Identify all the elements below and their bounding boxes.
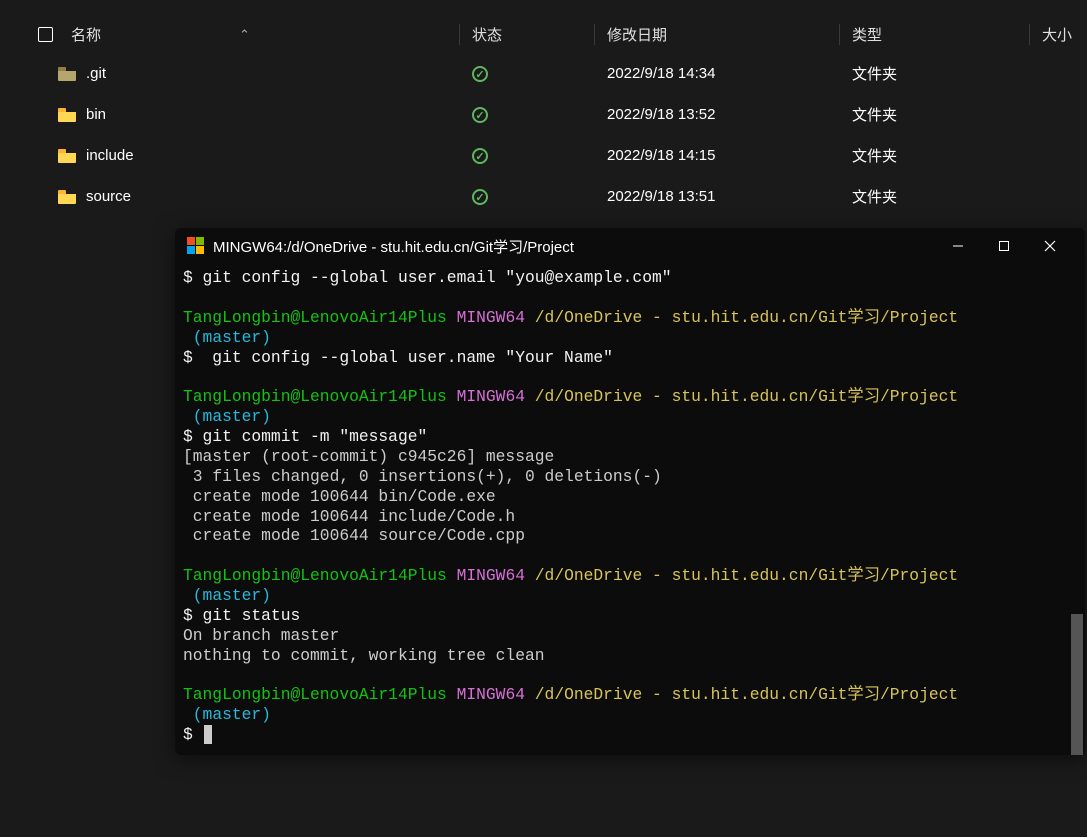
terminal-line: $ git status bbox=[183, 606, 300, 625]
terminal-line: [master (root-commit) c945c26] message bbox=[183, 447, 554, 466]
file-name-cell: source bbox=[0, 188, 460, 205]
terminal-window[interactable]: MINGW64:/d/OneDrive - stu.hit.edu.cn/Git… bbox=[175, 228, 1085, 755]
terminal-line: On branch master bbox=[183, 626, 339, 645]
header-name[interactable]: 名称 ⌃ bbox=[0, 24, 460, 45]
file-row[interactable]: include 2022/9/18 14:15文件夹 bbox=[0, 135, 1087, 176]
prompt-branch: (master) bbox=[193, 705, 271, 724]
terminal-cursor bbox=[204, 725, 212, 744]
terminal-line: create mode 100644 include/Code.h bbox=[183, 507, 515, 526]
file-row[interactable]: .git 2022/9/18 14:34文件夹 bbox=[0, 53, 1087, 94]
terminal-line: $ git config --global user.name "Your Na… bbox=[183, 348, 613, 367]
file-type-cell: 文件夹 bbox=[840, 186, 1030, 207]
file-name-label: source bbox=[86, 188, 131, 205]
prompt-user: TangLongbin@LenovoAir14Plus bbox=[183, 308, 447, 327]
file-name-cell: include bbox=[0, 147, 460, 164]
folder-icon bbox=[58, 108, 76, 122]
file-name-cell: .git bbox=[0, 65, 460, 82]
prompt-branch: (master) bbox=[193, 407, 271, 426]
header-name-label: 名称 bbox=[71, 24, 101, 45]
file-type-cell: 文件夹 bbox=[840, 104, 1030, 125]
file-status-cell bbox=[460, 147, 595, 165]
file-row[interactable]: source 2022/9/18 13:51文件夹 bbox=[0, 176, 1087, 217]
status-check-icon bbox=[472, 148, 488, 164]
status-check-icon bbox=[472, 107, 488, 123]
status-check-icon bbox=[472, 66, 488, 82]
terminal-titlebar[interactable]: MINGW64:/d/OneDrive - stu.hit.edu.cn/Git… bbox=[175, 228, 1085, 264]
header-size[interactable]: 大小 bbox=[1030, 24, 1087, 45]
terminal-title: MINGW64:/d/OneDrive - stu.hit.edu.cn/Git… bbox=[213, 236, 927, 257]
prompt-branch: (master) bbox=[193, 586, 271, 605]
prompt-branch: (master) bbox=[193, 328, 271, 347]
prompt-path: /d/OneDrive - stu.hit.edu.cn/Git学习/Proje… bbox=[535, 308, 958, 327]
header-status[interactable]: 状态 bbox=[460, 24, 595, 45]
close-button[interactable] bbox=[1027, 230, 1073, 262]
header-date[interactable]: 修改日期 bbox=[595, 24, 840, 45]
file-name-cell: bin bbox=[0, 106, 460, 123]
sort-arrow-icon: ⌃ bbox=[239, 27, 250, 43]
file-name-label: .git bbox=[86, 65, 106, 82]
prompt-path: /d/OneDrive - stu.hit.edu.cn/Git学习/Proje… bbox=[535, 566, 958, 585]
minimize-button[interactable] bbox=[935, 230, 981, 262]
status-check-icon bbox=[472, 189, 488, 205]
terminal-line: create mode 100644 bin/Code.exe bbox=[183, 487, 496, 506]
folder-icon bbox=[58, 190, 76, 204]
prompt-env: MINGW64 bbox=[457, 566, 525, 585]
file-date-cell: 2022/9/18 13:51 bbox=[595, 188, 840, 205]
select-all-checkbox[interactable] bbox=[38, 27, 53, 42]
file-status-cell bbox=[460, 106, 595, 124]
prompt-env: MINGW64 bbox=[457, 685, 525, 704]
file-name-label: bin bbox=[86, 106, 106, 123]
file-header-row: 名称 ⌃ 状态 修改日期 类型 大小 bbox=[0, 16, 1087, 53]
folder-icon bbox=[58, 67, 76, 81]
terminal-line: create mode 100644 source/Code.cpp bbox=[183, 526, 525, 545]
prompt-path: /d/OneDrive - stu.hit.edu.cn/Git学习/Proje… bbox=[535, 685, 958, 704]
file-name-label: include bbox=[86, 147, 134, 164]
file-type-cell: 文件夹 bbox=[840, 63, 1030, 84]
file-date-cell: 2022/9/18 14:34 bbox=[595, 65, 840, 82]
terminal-line: $ git commit -m "message" bbox=[183, 427, 427, 446]
file-date-cell: 2022/9/18 14:15 bbox=[595, 147, 840, 164]
terminal-line: $ bbox=[183, 725, 203, 744]
terminal-scrollbar[interactable] bbox=[1071, 614, 1083, 755]
prompt-path: /d/OneDrive - stu.hit.edu.cn/Git学习/Proje… bbox=[535, 387, 958, 406]
prompt-user: TangLongbin@LenovoAir14Plus bbox=[183, 387, 447, 406]
file-row[interactable]: bin 2022/9/18 13:52文件夹 bbox=[0, 94, 1087, 135]
prompt-user: TangLongbin@LenovoAir14Plus bbox=[183, 566, 447, 585]
terminal-line: nothing to commit, working tree clean bbox=[183, 646, 545, 665]
file-status-cell bbox=[460, 188, 595, 206]
file-date-cell: 2022/9/18 13:52 bbox=[595, 106, 840, 123]
prompt-env: MINGW64 bbox=[457, 308, 525, 327]
terminal-line: $ git config --global user.email "you@ex… bbox=[183, 268, 672, 287]
file-status-cell bbox=[460, 65, 595, 83]
prompt-user: TangLongbin@LenovoAir14Plus bbox=[183, 685, 447, 704]
terminal-body[interactable]: $ git config --global user.email "you@ex… bbox=[175, 264, 1085, 755]
header-type[interactable]: 类型 bbox=[840, 24, 1030, 45]
folder-icon bbox=[58, 149, 76, 163]
maximize-button[interactable] bbox=[981, 230, 1027, 262]
terminal-line: 3 files changed, 0 insertions(+), 0 dele… bbox=[183, 467, 662, 486]
terminal-app-icon bbox=[187, 237, 205, 255]
file-type-cell: 文件夹 bbox=[840, 145, 1030, 166]
prompt-env: MINGW64 bbox=[457, 387, 525, 406]
